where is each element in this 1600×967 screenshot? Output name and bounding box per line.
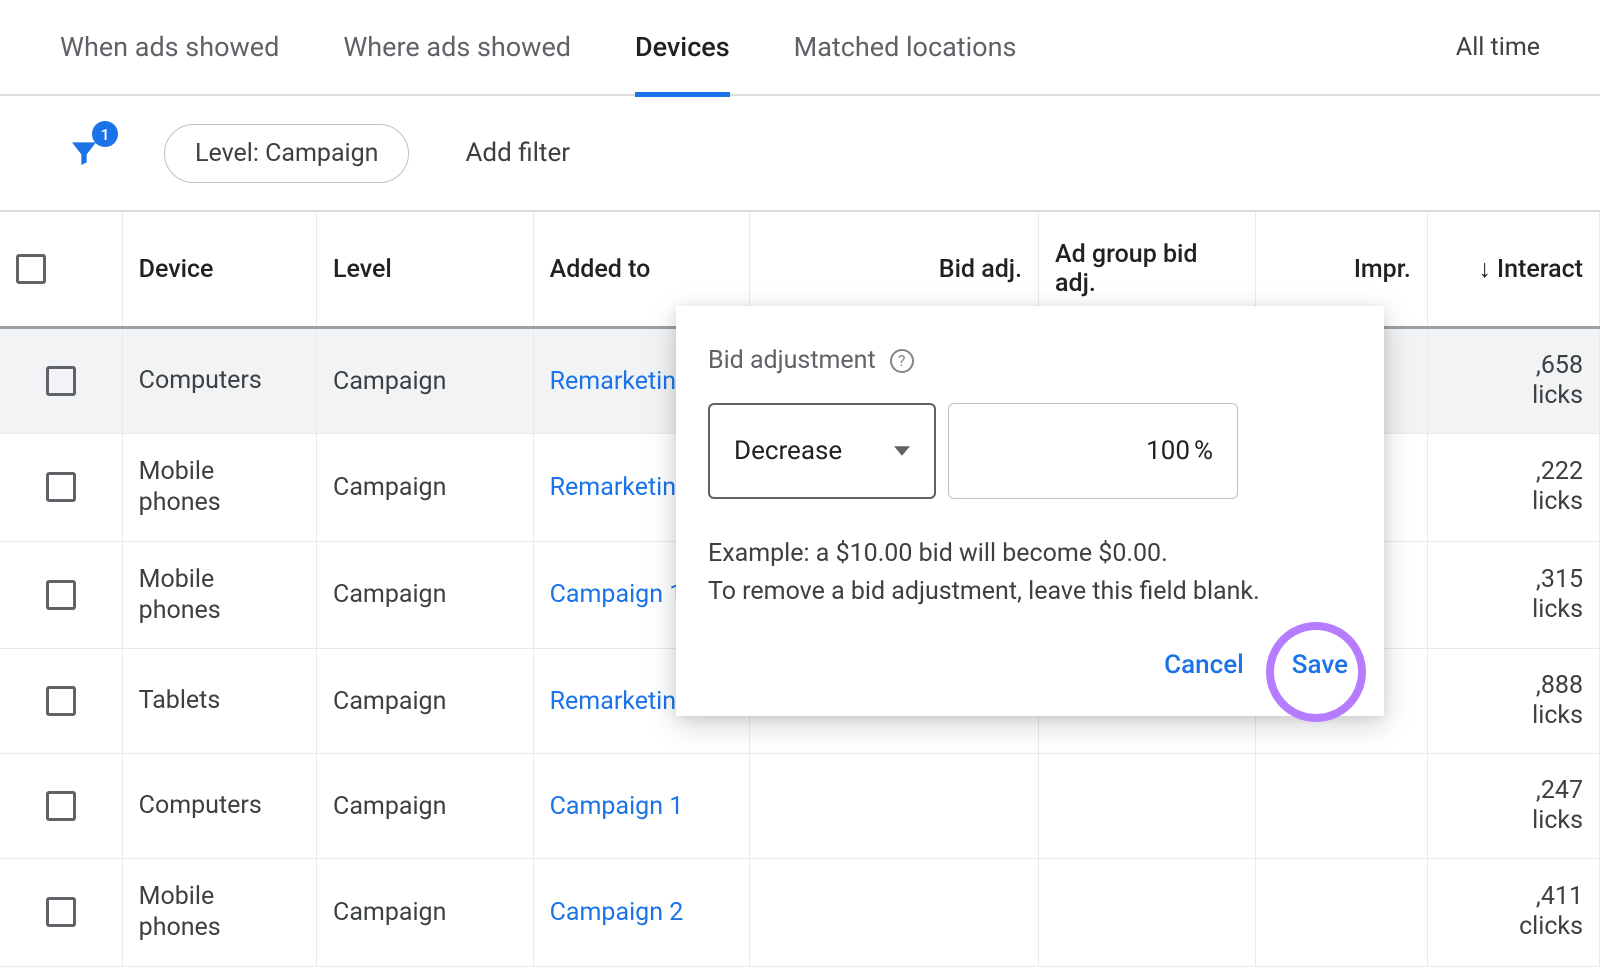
interactions-cell: ,247licks — [1427, 754, 1599, 859]
row-checkbox[interactable] — [46, 580, 76, 610]
added-to-link[interactable]: Remarketing — [550, 367, 690, 396]
row-checkbox[interactable] — [46, 686, 76, 716]
cancel-button[interactable]: Cancel — [1160, 642, 1248, 688]
ad-group-bid-adj-cell — [1039, 754, 1256, 859]
impr-cell — [1255, 754, 1427, 859]
ad-group-bid-adj-cell — [1039, 859, 1256, 967]
bid-value-input-wrapper[interactable]: % — [948, 403, 1238, 499]
interactions-cell: ,222licks — [1427, 434, 1599, 542]
row-checkbox[interactable] — [46, 897, 76, 927]
level-cell: Campaign — [317, 328, 534, 434]
column-header-device[interactable]: Device — [122, 212, 316, 328]
device-cell: Computers — [122, 328, 316, 434]
row-checkbox[interactable] — [46, 366, 76, 396]
filter-chip-level[interactable]: Level: Campaign — [164, 124, 409, 183]
device-cell: Mobile phones — [122, 541, 316, 649]
interactions-cell: ,411clicks — [1427, 859, 1599, 967]
tab-matched-locations[interactable]: Matched locations — [794, 0, 1017, 95]
added-to-link[interactable]: Remarketing — [550, 473, 690, 502]
bid-value-input[interactable] — [1090, 436, 1190, 466]
filter-bar: 1 Level: Campaign Add filter — [0, 96, 1600, 212]
interactions-cell: ,315licks — [1427, 541, 1599, 649]
percent-suffix: % — [1194, 436, 1213, 466]
row-checkbox[interactable] — [46, 472, 76, 502]
column-header-interactions[interactable]: ↓Interact — [1427, 212, 1599, 328]
device-cell: Computers — [122, 754, 316, 859]
level-cell: Campaign — [317, 541, 534, 649]
bid-adj-cell[interactable] — [750, 859, 1039, 967]
bid-adjustment-popover: Bid adjustment ? Decrease % Example: a $… — [676, 306, 1384, 716]
interactions-cell: ,658licks — [1427, 328, 1599, 434]
table-row: Mobile phonesCampaign Campaign 2 ,411click… — [0, 859, 1600, 967]
column-header-checkbox[interactable] — [0, 212, 122, 328]
sort-down-icon: ↓ — [1479, 255, 1492, 284]
level-cell: Campaign — [317, 434, 534, 542]
interactions-cell: ,888licks — [1427, 649, 1599, 754]
select-all-checkbox[interactable] — [16, 254, 46, 284]
device-cell: Mobile phones — [122, 434, 316, 542]
example-text: Example: a $10.00 bid will become $0.00.… — [708, 535, 1352, 610]
tab-devices[interactable]: Devices — [635, 0, 730, 95]
tab-when-ads-showed[interactable]: When ads showed — [60, 0, 279, 95]
column-header-level[interactable]: Level — [317, 212, 534, 328]
chevron-down-icon — [894, 446, 910, 456]
save-button[interactable]: Save — [1288, 642, 1352, 688]
help-icon[interactable]: ? — [890, 349, 914, 373]
level-cell: Campaign — [317, 754, 534, 859]
bid-direction-select[interactable]: Decrease — [708, 403, 936, 499]
added-to-link[interactable]: Campaign 2 — [550, 898, 684, 927]
added-to-link[interactable]: Campaign 1 — [550, 792, 684, 821]
time-range-selector[interactable]: All time — [1456, 33, 1540, 62]
popover-title: Bid adjustment — [708, 346, 876, 375]
table-row: ComputersCampaign Campaign 1 ,247licks — [0, 754, 1600, 859]
added-to-link[interactable]: Remarketing — [550, 687, 690, 716]
bid-adj-cell[interactable] — [750, 754, 1039, 859]
filter-icon[interactable]: 1 — [60, 129, 108, 177]
device-cell: Mobile phones — [122, 859, 316, 967]
tabs-bar: When ads showed Where ads showed Devices… — [0, 0, 1600, 96]
add-filter-button[interactable]: Add filter — [465, 138, 570, 168]
filter-count-badge: 1 — [92, 121, 118, 147]
device-cell: Tablets — [122, 649, 316, 754]
added-to-link[interactable]: Campaign 1 — [550, 580, 684, 609]
tab-where-ads-showed[interactable]: Where ads showed — [343, 0, 571, 95]
impr-cell — [1255, 859, 1427, 967]
level-cell: Campaign — [317, 859, 534, 967]
level-cell: Campaign — [317, 649, 534, 754]
row-checkbox[interactable] — [46, 791, 76, 821]
